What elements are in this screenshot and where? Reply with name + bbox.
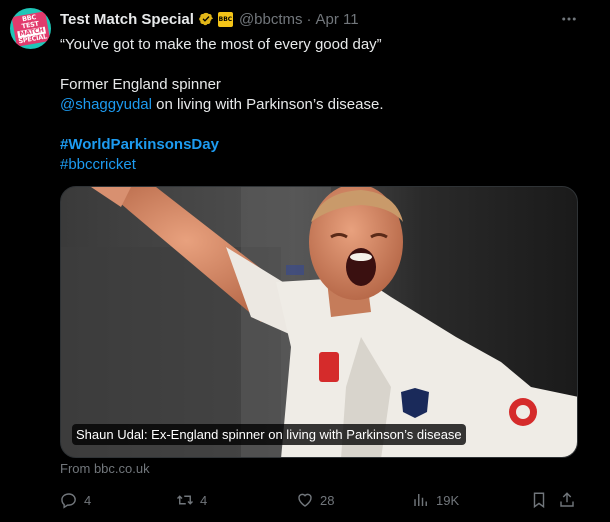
reply-icon: [61, 493, 76, 509]
card-caption: Shaun Udal: Ex-England spinner on living…: [72, 424, 466, 445]
test-match-special-logo: BBC TEST MATCH SPECIAL: [11, 10, 50, 47]
views-icon: [414, 494, 427, 506]
heart-icon: [298, 493, 312, 507]
more-dots-icon[interactable]: [560, 10, 578, 28]
reply-button[interactable]: 4: [60, 490, 91, 510]
verified-badge-icon[interactable]: [198, 11, 214, 27]
share-icon: [560, 492, 574, 507]
views-button[interactable]: 19K: [412, 490, 459, 510]
share-button[interactable]: [558, 490, 576, 510]
reply-count: 4: [84, 492, 92, 508]
separator-dot: ·: [306, 10, 312, 28]
like-count: 28: [320, 492, 335, 508]
link-card[interactable]: Shaun Udal: Ex-England spinner on living…: [60, 186, 578, 458]
like-button[interactable]: 28: [296, 490, 334, 510]
card-source[interactable]: From bbc.co.uk: [60, 461, 150, 476]
tweet-line: Former England spinner: [60, 76, 221, 93]
tweet-line-rest: on living with Parkinson’s disease.: [151, 96, 384, 113]
card-photo: [61, 187, 577, 457]
bookmark-icon: [533, 492, 545, 509]
tweet-line: @shaggyudal on living with Parkinson’s d…: [60, 95, 590, 115]
hashtag-line: #WorldParkinsonsDay: [60, 135, 590, 155]
repost-button[interactable]: 4: [176, 490, 207, 510]
tweet-text: “You've got to make the most of every go…: [60, 35, 590, 175]
avatar[interactable]: BBC TEST MATCH SPECIAL: [10, 8, 51, 49]
bookmark-button[interactable]: [530, 490, 548, 510]
tweet-header: Test Match Special BBC @bbctms · Apr 11: [60, 9, 580, 29]
repost-count: 4: [200, 492, 208, 508]
repost-icon: [176, 495, 194, 505]
hashtag-link[interactable]: #WorldParkinsonsDay: [60, 136, 219, 153]
author-handle[interactable]: @bbctms: [239, 11, 303, 28]
author-name[interactable]: Test Match Special: [60, 11, 194, 28]
tweet-quote: “You've got to make the most of every go…: [60, 36, 382, 53]
org-badge-icon[interactable]: BBC: [217, 11, 233, 27]
mention-link[interactable]: @shaggyudal: [60, 96, 152, 113]
org-badge-text: BBC: [218, 15, 233, 23]
hashtag-link[interactable]: #bbccricket: [60, 156, 136, 173]
hashtag-line: #bbccricket: [60, 155, 590, 175]
tweet-actions: 4 4 28 19K: [60, 490, 580, 510]
views-count: 19K: [436, 492, 460, 508]
tweet-date[interactable]: Apr 11: [316, 11, 359, 28]
